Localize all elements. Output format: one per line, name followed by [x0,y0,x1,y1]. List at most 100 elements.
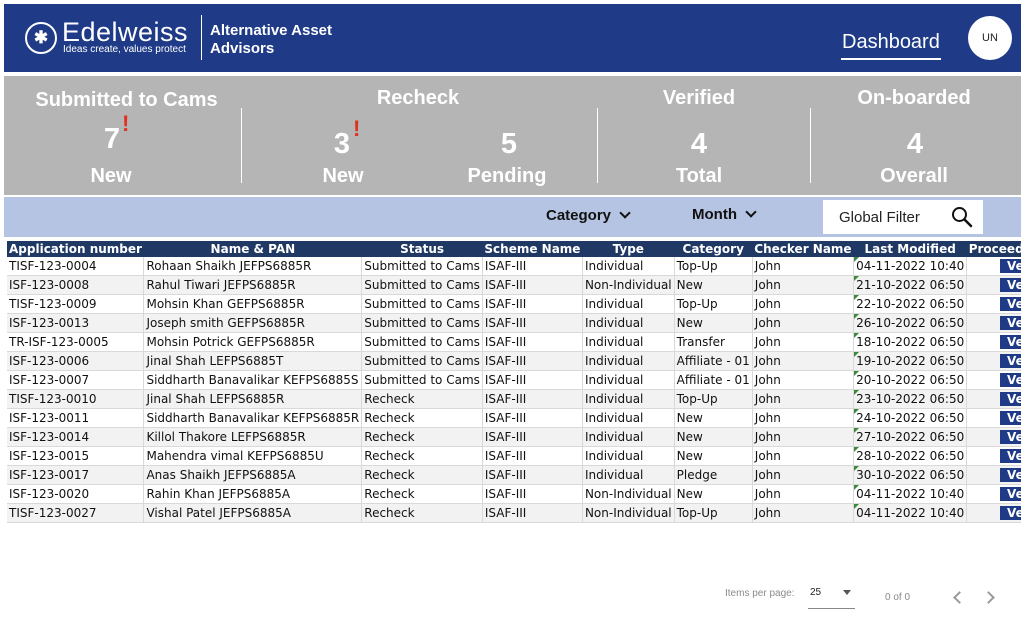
checker-name-cell: John [752,294,855,315]
name-pan-cell: Mohsin Khan GEFPS6885R [143,294,363,315]
user-avatar[interactable]: UN [968,16,1012,60]
type-cell: Individual [582,332,675,353]
checker-name-cell: John [752,389,855,410]
verify-button[interactable]: Verify [999,392,1021,407]
verify-button[interactable]: Verify [999,297,1021,312]
page-size-select[interactable]: 25 [810,587,821,598]
brand-tagline: Ideas create, values protect [63,44,186,55]
verify-button[interactable]: Verify [999,487,1021,502]
applications-table: Application number Name & PAN Status Scheme… [7,241,1021,524]
summary-onboarded-count[interactable]: 4 [895,128,935,160]
table-row[interactable]: ISF-123-0008 Rahul Tiwari JEFPS6885R Submi… [7,275,1021,296]
checker-name-cell: John [752,313,855,334]
verify-cell: Verify [966,427,1021,448]
verify-button[interactable]: Verify [999,468,1021,483]
scheme-name-cell: ISAF-III [482,408,583,429]
global-filter-placeholder: Global Filter [839,209,920,226]
verify-button[interactable]: Verify [999,259,1021,274]
summary-recheck-pending-count[interactable]: 5 [489,128,529,160]
table-row[interactable]: ISF-123-0013 Joseph smith GEFPS6885R Submi… [7,313,1021,334]
items-per-page-label: Items per page: [725,588,795,599]
search-icon[interactable] [951,206,973,228]
verify-button[interactable]: Verify [999,335,1021,350]
summary-verified-count[interactable]: 4 [679,128,719,160]
col-last-modified-header[interactable]: Last Modified [853,241,967,257]
application-number-cell: TISF-123-0027 [7,503,145,524]
status-cell: Recheck [361,427,483,448]
table-row[interactable]: TR-ISF-123-0005 Mohsin Potrick GEFPS6885R… [7,332,1021,353]
previous-page-icon[interactable] [953,591,966,604]
month-dropdown[interactable]: Month [692,206,757,224]
last-modified-cell: 18-10-2022 06:50 [853,332,968,353]
verify-button[interactable]: Verify [999,373,1021,388]
dropdown-caret-icon[interactable] [843,590,851,595]
table-row[interactable]: ISF-123-0007 Siddharth Banavalikar KEFPS6… [7,370,1021,391]
table-row[interactable]: ISF-123-0020 Rahin Khan JEFPS6885A Recheck… [7,484,1021,505]
last-modified-cell: 21-10-2022 06:50 [853,275,968,296]
verify-button[interactable]: Verify [999,506,1021,521]
col-name-pan-header[interactable]: Name & PAN [143,241,362,257]
scheme-name-cell: ISAF-III [482,446,583,467]
verify-cell: Verify [966,465,1021,486]
col-status-header[interactable]: Status [361,241,483,257]
table-row[interactable]: TISF-123-0009 Mohsin Khan GEFPS6885R Submi… [7,294,1021,315]
verify-button[interactable]: Verify [999,449,1021,464]
table-row[interactable]: ISF-123-0011 Siddharth Banavalikar KEFPS6… [7,408,1021,429]
verify-cell: Verify [966,484,1021,505]
category-cell: New [674,408,753,429]
global-filter-input[interactable]: Global Filter [823,200,983,234]
table-row[interactable]: TISF-123-0010 Jinal Shah LEFPS6885R Rechec… [7,389,1021,410]
col-category-header[interactable]: Category [674,241,753,257]
col-checker-name-header[interactable]: Checker Name [752,241,854,257]
application-number-cell: ISF-123-0013 [7,313,145,334]
name-pan-cell: Rohaan Shaikh JEFPS6885R [143,257,363,277]
table-row[interactable]: TISF-123-0027 Vishal Patel JEFPS6885A Rech… [7,503,1021,524]
checker-name-cell: John [752,275,855,296]
name-pan-cell: Rahul Tiwari JEFPS6885R [143,275,363,296]
table-row[interactable]: ISF-123-0014 Killol Thakore LEFPS6885R Rec… [7,427,1021,448]
category-dropdown[interactable]: Category [546,207,631,225]
category-cell: Affiliate - 01 [674,370,753,391]
table-row[interactable]: ISF-123-0017 Anas Shaikh JEFPS6885A Rechec… [7,465,1021,486]
status-cell: Submitted to Cams [361,370,483,391]
col-application-number-header[interactable]: Application number [7,241,144,257]
table-row[interactable]: ISF-123-0006 Jinal Shah LEFPS6885T Submitt… [7,351,1021,372]
scheme-name-cell: ISAF-III [482,275,583,296]
next-page-icon[interactable] [982,591,995,604]
checker-name-cell: John [752,503,855,524]
status-cell: Submitted to Cams [361,275,483,296]
status-cell: Recheck [361,389,483,410]
verify-button[interactable]: Verify [999,354,1021,369]
type-cell: Individual [582,370,675,391]
verify-button[interactable]: Verify [999,316,1021,331]
summary-panel: Submitted to Cams 7 ! New Recheck 3 ! Ne… [4,76,1021,195]
summary-onboarded-title: On-boarded [857,87,971,109]
verify-button[interactable]: Verify [999,430,1021,445]
col-scheme-name-header[interactable]: Scheme Name [482,241,583,257]
application-number-cell: ISF-123-0006 [7,351,145,372]
type-cell: Non-Individual [582,484,675,505]
name-pan-cell: Siddharth Banavalikar KEFPS6885S [143,370,363,391]
nav-dashboard-link[interactable]: Dashboard [842,30,940,54]
last-modified-cell: 19-10-2022 06:50 [853,351,968,372]
checker-name-cell: John [752,465,855,486]
checker-name-cell: John [752,257,855,277]
application-number-cell: TISF-123-0010 [7,389,145,410]
col-type-header[interactable]: Type [582,241,675,257]
scheme-name-cell: ISAF-III [482,332,583,353]
verify-button[interactable]: Verify [999,278,1021,293]
summary-divider [810,108,811,183]
table-row[interactable]: TISF-123-0004 Rohaan Shaikh JEFPS6885R Sub… [7,257,1021,277]
name-pan-cell: Vishal Patel JEFPS6885A [143,503,363,524]
category-cell: Top-Up [674,503,753,524]
page-size-underline [808,608,855,609]
table-row[interactable]: ISF-123-0015 Mahendra vimal KEFPS6885U Rec… [7,446,1021,467]
status-cell: Recheck [361,503,483,524]
scheme-name-cell: ISAF-III [482,389,583,410]
category-cell: New [674,484,753,505]
name-pan-cell: Jinal Shah LEFPS6885T [143,351,363,372]
application-number-cell: ISF-123-0017 [7,465,145,486]
col-proceed-to-verify-header[interactable]: Proceed to verify [966,241,1021,257]
summary-divider [597,108,598,183]
verify-button[interactable]: Verify [999,411,1021,426]
